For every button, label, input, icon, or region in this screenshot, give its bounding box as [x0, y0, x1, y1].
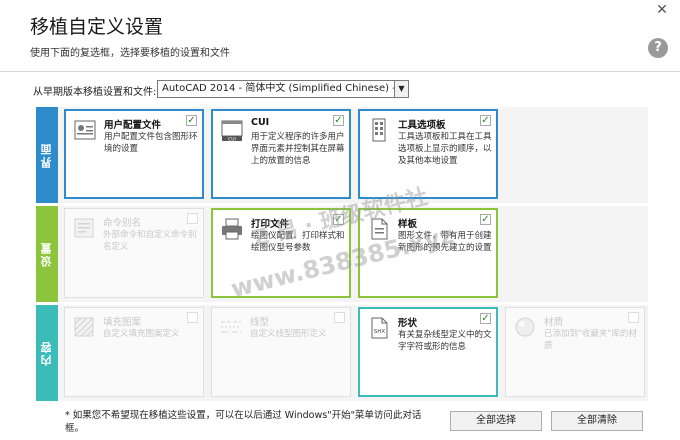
card-tool-palettes[interactable]: 工具选项板 工具选项板和工具在工具选项板上显示的顺序，以及其他本地设置 ✓ [358, 109, 498, 199]
card-templates[interactable]: 样板 图形文件，带有用于创建新图形的预先建立的设置 ✓ [358, 208, 498, 298]
card-materials[interactable]: 材质 已添加到"收藏夹"库的材质 [505, 307, 645, 397]
card-title: 命令别名 [103, 218, 142, 229]
card-title: 样板 [398, 219, 418, 230]
category-band-content: 内容 [36, 305, 58, 401]
clear-all-button[interactable]: 全部清除 [551, 411, 643, 431]
card-shapes[interactable]: SHX 形状 有关复杂线型定义中的文字字符或形的信息 ✓ [358, 307, 498, 397]
printer-icon [222, 218, 242, 240]
shx-file-icon: SHX [371, 317, 388, 339]
card-checkbox[interactable] [187, 213, 198, 224]
card-title: 工具选项板 [398, 120, 446, 131]
card-cui[interactable]: CUI CUI 用于定义程序的许多用户界面元素并控制其在屏幕上的放置的信息 ✓ [211, 109, 351, 199]
template-icon [371, 218, 388, 240]
card-title: 材质 [544, 317, 564, 328]
card-description: 自定义线型图形定义 [250, 329, 327, 339]
category-band-settings: 设置 [36, 206, 58, 302]
card-checkbox[interactable] [628, 312, 639, 323]
source-version-dropdown[interactable]: AutoCAD 2014 - 简体中文 (Simplified Chinese)… [157, 80, 409, 98]
alias-icon [74, 218, 94, 238]
footnote: * 如果您不希望现在移植这些设置，可以在以后通过 Windows"开始"菜单访问… [65, 410, 422, 434]
linetype-icon [221, 321, 241, 333]
card-plot-files[interactable]: 打印文件 绘图仪配置、打印样式和绘图仪型号参数 ✓ [211, 208, 351, 298]
close-icon[interactable]: ✕ [654, 2, 670, 18]
card-title: 线型 [250, 317, 270, 328]
card-description: 已添加到"收藏夹"库的材质 [544, 329, 637, 351]
card-linetypes[interactable]: 线型 自定义线型图形定义 [211, 307, 351, 397]
card-command-aliases[interactable]: 命令别名 外部命令和自定义命令别名定义 [64, 208, 204, 298]
card-description: 有关复杂线型定义中的文字字符或形的信息 [398, 330, 492, 352]
card-checkbox[interactable]: ✓ [333, 214, 344, 225]
svg-text:CUI: CUI [228, 136, 236, 142]
card-checkbox[interactable]: ✓ [480, 214, 491, 225]
card-checkbox[interactable]: ✓ [333, 115, 344, 126]
help-icon[interactable]: ? [648, 38, 668, 58]
card-hatch-patterns[interactable]: 填充图案 自定义填充图案定义 [64, 307, 204, 397]
card-description: 绘图仪配置、打印样式和绘图仪型号参数 [251, 231, 345, 253]
chevron-down-icon[interactable]: ▼ [394, 81, 408, 97]
card-description: 用户配置文件包含图形环境的设置 [104, 132, 198, 154]
hatch-icon [74, 317, 94, 337]
dialog-title: 移植自定义设置 [30, 16, 164, 38]
divider [0, 71, 680, 72]
card-checkbox[interactable] [187, 312, 198, 323]
card-checkbox[interactable]: ✓ [480, 115, 491, 126]
card-description: 用于定义程序的许多用户界面元素并控制其在屏幕上的放置的信息 [251, 132, 345, 166]
cui-icon: CUI [221, 120, 243, 142]
tool-palette-icon [372, 118, 386, 142]
card-checkbox[interactable]: ✓ [480, 313, 491, 324]
card-title: CUI [251, 117, 270, 128]
card-checkbox[interactable] [334, 312, 345, 323]
card-description: 外部命令和自定义命令别名定义 [103, 230, 197, 252]
source-version-value: AutoCAD 2014 - 简体中文 (Simplified Chinese)… [162, 83, 409, 94]
material-sphere-icon [515, 317, 535, 337]
card-checkbox[interactable]: ✓ [186, 115, 197, 126]
source-version-label: 从早期版本移植设置和文件: [33, 87, 157, 98]
svg-text:SHX: SHX [374, 329, 386, 335]
category-band-ui: 界面 [36, 107, 58, 203]
card-title: 形状 [398, 318, 418, 329]
user-profile-icon [74, 120, 96, 140]
select-all-button[interactable]: 全部选择 [450, 411, 542, 431]
card-title: 填充图案 [103, 317, 142, 328]
dialog-subtitle: 使用下面的复选框，选择要移植的设置和文件 [30, 48, 230, 59]
card-user-profile[interactable]: 用户配置文件 用户配置文件包含图形环境的设置 ✓ [64, 109, 204, 199]
card-title: 打印文件 [251, 219, 290, 230]
card-description: 自定义填充图案定义 [103, 329, 180, 339]
card-description: 图形文件，带有用于创建新图形的预先建立的设置 [398, 231, 492, 253]
card-description: 工具选项板和工具在工具选项板上显示的顺序，以及其他本地设置 [398, 132, 492, 166]
card-title: 用户配置文件 [104, 120, 162, 131]
